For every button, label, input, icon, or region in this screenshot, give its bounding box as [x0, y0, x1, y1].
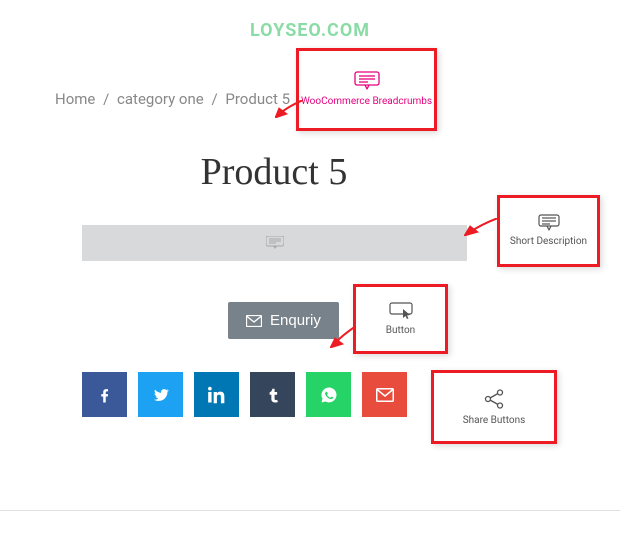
linkedin-icon [208, 386, 226, 404]
share-linkedin[interactable] [194, 372, 239, 417]
share-buttons-row [82, 372, 407, 417]
callout-label: Short Description [510, 236, 587, 248]
divider [0, 510, 620, 511]
share-twitter[interactable] [138, 372, 183, 417]
breadcrumb-sep: / [211, 90, 217, 108]
tumblr-icon [264, 386, 282, 404]
twitter-icon [152, 386, 170, 404]
callout-share-buttons: Share Buttons [431, 370, 557, 444]
callout-button: Button [353, 284, 448, 354]
watermark: LOYSEO.COM [250, 20, 370, 41]
envelope-icon [246, 315, 262, 327]
arrow-icon [464, 218, 498, 236]
enquiry-label: Enquriy [270, 312, 321, 329]
enquiry-button[interactable]: Enquriy [228, 302, 339, 339]
breadcrumb-category[interactable]: category one [117, 90, 204, 108]
callout-label: WooCommerce Breadcrumbs [301, 96, 432, 108]
callout-label: Button [386, 325, 415, 337]
share-tumblr[interactable] [250, 372, 295, 417]
share-icon [483, 388, 505, 410]
share-email[interactable] [362, 372, 407, 417]
callout-breadcrumbs: WooCommerce Breadcrumbs [296, 48, 437, 131]
breadcrumb-home[interactable]: Home [55, 90, 95, 108]
callout-short-description: Short Description [497, 195, 600, 267]
facebook-icon [96, 386, 114, 404]
share-facebook[interactable] [82, 372, 127, 417]
share-whatsapp[interactable] [306, 372, 351, 417]
description-icon [538, 214, 560, 231]
product-title: Product 5 [0, 150, 548, 194]
description-icon [354, 71, 380, 91]
callout-label: Share Buttons [463, 415, 526, 427]
email-icon [376, 388, 394, 402]
breadcrumb-sep: / [103, 90, 109, 108]
arrow-icon [330, 326, 356, 348]
breadcrumb: Home / category one / Product 5 [55, 90, 290, 108]
description-icon [266, 236, 284, 250]
whatsapp-icon [320, 386, 338, 404]
button-icon [389, 302, 413, 320]
short-description-placeholder [82, 225, 467, 261]
arrow-icon [275, 100, 303, 118]
